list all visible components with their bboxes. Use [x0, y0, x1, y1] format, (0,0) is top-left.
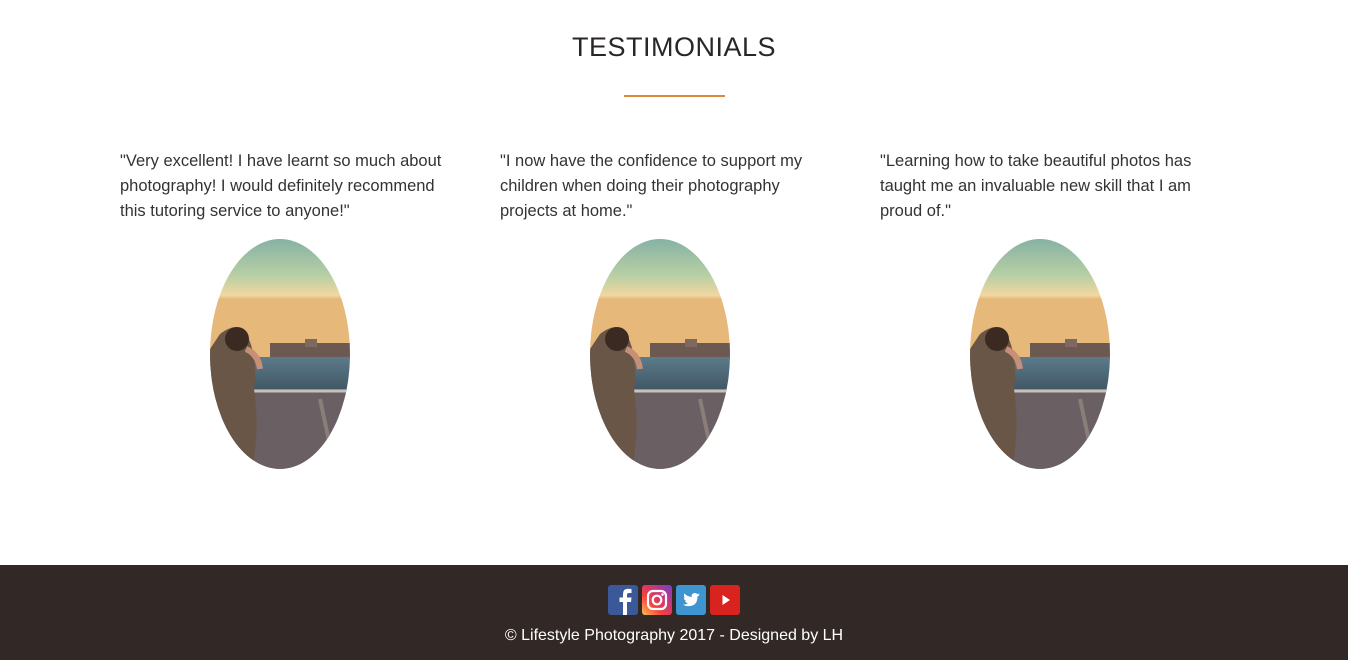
- testimonial-photo: [210, 239, 350, 469]
- testimonial-photo: [970, 239, 1110, 469]
- copyright-text: © Lifestyle Photography 2017 - Designed …: [504, 627, 844, 644]
- testimonial-quote: "I now have the confidence to support my…: [500, 152, 803, 220]
- testimonial-quote: "Very excellent! I have learnt so much a…: [120, 152, 442, 220]
- instagram-icon[interactable]: [642, 585, 672, 615]
- testimonial-quote: "Learning how to take beautiful photos h…: [880, 152, 1192, 220]
- testimonial-photo: [590, 239, 730, 469]
- facebook-icon[interactable]: [608, 585, 638, 615]
- title-underline: [624, 95, 725, 97]
- testimonial-card: "Very excellent! I have learnt so much a…: [120, 149, 460, 469]
- social-links: [608, 585, 740, 615]
- testimonial-card: "Learning how to take beautiful photos h…: [880, 149, 1220, 469]
- testimonial-card: "I now have the confidence to support my…: [500, 149, 840, 469]
- section-title: TESTIMONIALS: [571, 32, 777, 62]
- footer: © Lifestyle Photography 2017 - Designed …: [0, 565, 1348, 660]
- testimonials-page: TESTIMONIALS "Very excellent! I have lea…: [0, 0, 1348, 660]
- youtube-icon[interactable]: [710, 585, 740, 615]
- twitter-icon[interactable]: [676, 585, 706, 615]
